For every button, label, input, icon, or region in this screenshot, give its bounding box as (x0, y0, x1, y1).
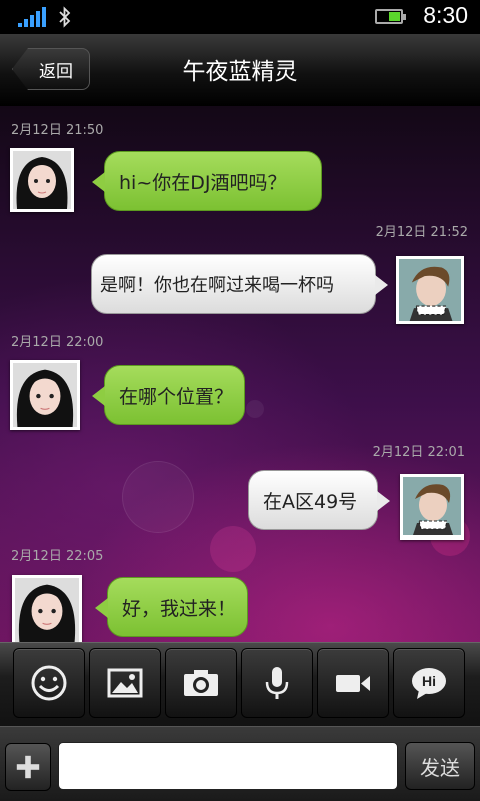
message-bubble-sent[interactable]: 是啊！你也在啊过来喝一杯吗 (91, 254, 388, 314)
image-icon (107, 668, 143, 698)
more-button[interactable] (5, 743, 51, 791)
girl-avatar-icon (13, 363, 77, 427)
camera-icon (184, 670, 218, 696)
hi-button[interactable]: Hi (393, 648, 465, 718)
emoji-button[interactable] (13, 648, 85, 718)
message-text: 在A区49号 (263, 490, 358, 513)
girl-avatar-icon (13, 151, 71, 209)
emoji-icon (31, 665, 67, 701)
message-text: hi~你在DJ酒吧吗？ (119, 171, 287, 194)
avatar[interactable] (10, 148, 74, 212)
avatar[interactable] (10, 360, 80, 430)
title-bar: 返回 午夜蓝精灵 (0, 34, 480, 107)
voice-button[interactable] (241, 648, 313, 718)
hi-icon: Hi (412, 668, 446, 699)
message-text: 在哪个位置？ (119, 385, 234, 408)
camera-button[interactable] (165, 648, 237, 718)
message-input[interactable] (58, 742, 398, 790)
bluetooth-icon (59, 6, 71, 28)
chat-area[interactable]: 2月12日 21:50 hi~你在DJ酒吧吗？ 2月12日 21:52 是啊！你… (0, 106, 480, 642)
battery-icon (375, 9, 406, 24)
avatar[interactable] (396, 256, 464, 324)
message-bubble-received[interactable]: hi~你在DJ酒吧吗？ (92, 151, 322, 211)
avatar[interactable] (400, 474, 464, 540)
avatar[interactable] (12, 575, 82, 642)
message-text: 是啊！你也在啊过来喝一杯吗 (100, 275, 334, 296)
message-timestamp: 2月12日 21:50 (11, 123, 104, 138)
send-button[interactable]: 发送 (405, 742, 475, 790)
bokeh-decoration (122, 461, 194, 533)
girl-avatar-icon (15, 578, 79, 642)
bokeh-decoration (246, 400, 264, 418)
hi-text: Hi (422, 673, 436, 689)
message-timestamp: 2月12日 22:00 (11, 335, 104, 350)
bokeh-decoration (210, 526, 256, 572)
video-icon (336, 675, 370, 692)
status-bar: 8:30 (0, 0, 480, 34)
message-timestamp: 2月12日 22:05 (11, 549, 104, 564)
input-bar: 发送 (0, 726, 480, 801)
microphone-icon (265, 667, 289, 699)
message-timestamp: 2月12日 22:01 (372, 445, 465, 460)
message-bubble-sent[interactable]: 在A区49号 (248, 470, 390, 530)
image-button[interactable] (89, 648, 161, 718)
message-text: 好，我过来！ (122, 597, 237, 620)
message-timestamp: 2月12日 21:52 (375, 225, 468, 240)
page-title: 午夜蓝精灵 (182, 59, 298, 85)
boy-avatar-icon (403, 477, 461, 535)
message-bubble-received[interactable]: 在哪个位置？ (92, 365, 245, 425)
video-button[interactable] (317, 648, 389, 718)
message-bubble-received[interactable]: 好，我过来！ (95, 577, 248, 637)
media-toolbar: Hi (0, 642, 480, 727)
boy-avatar-icon (399, 259, 461, 321)
clock: 8:30 (423, 2, 468, 28)
signal-icon (18, 7, 46, 27)
plus-icon (16, 755, 40, 779)
